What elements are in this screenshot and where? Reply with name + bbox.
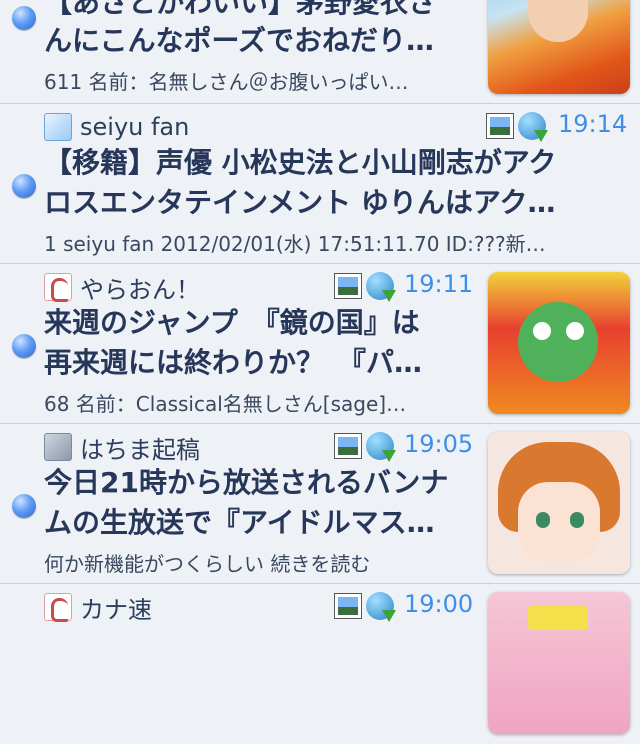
- unread-dot-icon: [12, 6, 36, 30]
- item-time: 19:05: [404, 430, 474, 458]
- item-time: 19:11: [404, 270, 474, 298]
- item-subtitle: 611 名前：名無しさん＠お腹いっぱい…: [44, 70, 409, 94]
- item-thumbnail[interactable]: [488, 0, 630, 94]
- download-icon: [366, 432, 396, 462]
- unread-dot-icon: [12, 494, 36, 518]
- item-thumbnail[interactable]: [488, 432, 630, 574]
- unread-dot-icon: [12, 334, 36, 358]
- item-source: はちま起稿: [44, 432, 200, 464]
- rss-icon: [44, 433, 72, 461]
- download-icon: [366, 272, 396, 302]
- source-name: カナ速: [80, 595, 152, 624]
- item-subtitle: 68 名前：Classical名無しさん[sage]…: [44, 392, 407, 416]
- item-title-line1: 今日21時から放送されるバンナ: [44, 466, 449, 499]
- feed-item[interactable]: やらおん！ 19:11 来週のジャンプ 『鏡の国』は 再来週には終わりか？ 『パ…: [0, 264, 640, 424]
- item-thumbnail[interactable]: [488, 272, 630, 414]
- image-icon: [486, 113, 514, 139]
- item-subtitle: 何か新機能がつくらしい 続きを読む: [44, 552, 371, 576]
- horse-icon: [44, 593, 72, 622]
- item-title-line2: んにこんなポーズでおねだり…: [44, 24, 435, 57]
- feed-item[interactable]: はちま起稿 19:05 今日21時から放送されるバンナ ムの生放送で『アイドルマ…: [0, 424, 640, 584]
- item-title-line2: 再来週には終わりか？ 『パ…: [44, 346, 423, 379]
- item-thumbnail[interactable]: [488, 592, 630, 734]
- item-meta-icons: [334, 432, 396, 462]
- item-title-line1: 【移籍】声優 小松史法と小山剛志がアク: [44, 146, 557, 179]
- item-source: カナ速: [44, 592, 152, 624]
- feed-item[interactable]: 【あさとかわいい】茅野愛衣さ んにこんなポーズでおねだり… 611 名前：名無し…: [0, 0, 640, 104]
- unread-dot-icon: [12, 174, 36, 198]
- source-name: はちま起稿: [80, 435, 200, 464]
- image-icon: [334, 273, 362, 299]
- item-time: 19:00: [404, 590, 474, 618]
- feed-item[interactable]: カナ速 19:00: [0, 584, 640, 744]
- item-title-line2: ロスエンタテインメント ゆりんはアク…: [44, 186, 556, 219]
- source-name: seiyu fan: [80, 113, 190, 141]
- image-icon: [334, 433, 362, 459]
- item-meta-icons: [334, 272, 396, 302]
- item-meta-icons: [334, 592, 396, 622]
- item-meta-icons: [486, 112, 548, 142]
- item-title-line1: 来週のジャンプ 『鏡の国』は: [44, 306, 420, 339]
- feed-item[interactable]: seiyu fan 19:14 【移籍】声優 小松史法と小山剛志がアク ロスエン…: [0, 104, 640, 264]
- image-icon: [334, 593, 362, 619]
- source-name: やらおん！: [80, 275, 200, 304]
- item-source: seiyu fan: [44, 112, 189, 142]
- download-icon: [366, 592, 396, 622]
- download-icon: [518, 112, 548, 142]
- item-subtitle: 1 seiyu fan 2012/02/01(水) 17:51:11.70 ID…: [44, 232, 546, 256]
- item-time: 19:14: [558, 110, 628, 138]
- horse-icon: [44, 273, 72, 302]
- item-title-line2: ムの生放送で『アイドルマス…: [44, 506, 435, 539]
- feather-icon: [44, 113, 72, 141]
- item-title-line1: 【あさとかわいい】茅野愛衣さ: [44, 0, 437, 19]
- item-source: やらおん！: [44, 272, 200, 304]
